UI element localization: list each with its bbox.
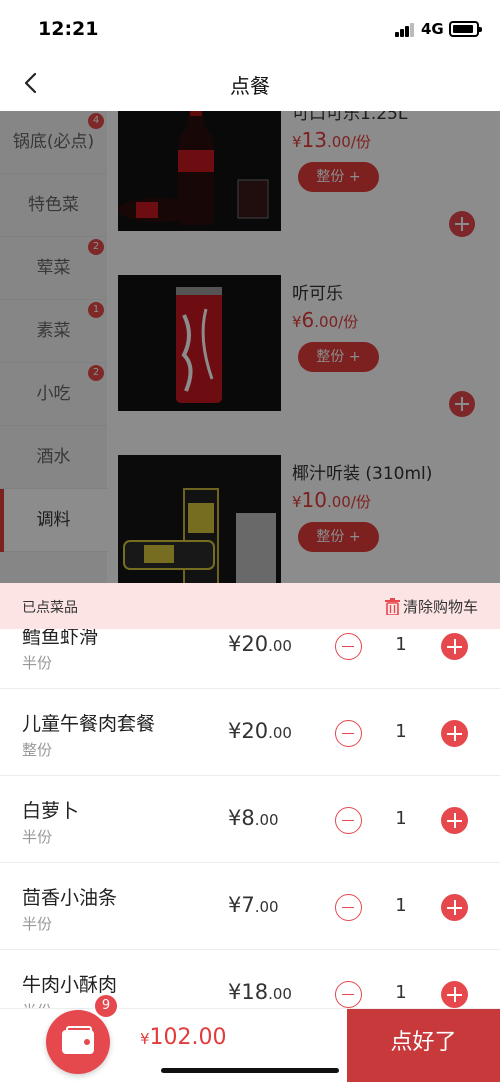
- network-label: 4G: [421, 20, 444, 38]
- cart-item-name: 白萝卜: [22, 800, 80, 822]
- cart-item-quantity: 1: [395, 721, 407, 742]
- increase-quantity-button[interactable]: [441, 894, 468, 921]
- status-time: 12:21: [38, 18, 99, 40]
- cart-item-name: 儿童午餐肉套餐: [22, 713, 156, 735]
- decrease-quantity-button[interactable]: [335, 633, 362, 660]
- cart-total: ¥102.00: [140, 1025, 227, 1050]
- increase-quantity-button[interactable]: [441, 720, 468, 747]
- trash-icon: [384, 598, 400, 615]
- cart-item-quantity: 1: [395, 808, 407, 829]
- increase-quantity-button[interactable]: [441, 633, 468, 660]
- checkout-bar: 9 ¥102.00 点好了: [0, 993, 500, 1082]
- home-indicator: [161, 1068, 339, 1073]
- submit-order-button[interactable]: 点好了: [347, 1009, 500, 1082]
- cart-item-price: ¥8.00: [228, 806, 279, 830]
- cart-item-portion: 整份: [22, 741, 53, 759]
- order-page: 12:21 4G 点餐 锅底(必点) 4 特色菜 荤菜 2 素菜 1 小吃 2 …: [0, 0, 500, 1082]
- cart-list: 鳕鱼虾滑 半份 ¥20.00 1 儿童午餐肉套餐 整份 ¥20.00 1 白萝卜…: [0, 629, 500, 1009]
- cart-item-quantity: 1: [395, 634, 407, 655]
- cart-item-portion: 半份: [22, 915, 53, 933]
- dim-overlay[interactable]: [0, 111, 500, 583]
- increase-quantity-button[interactable]: [441, 807, 468, 834]
- signal-icon: [395, 23, 415, 37]
- battery-icon: [449, 21, 482, 37]
- page-title: 点餐: [230, 74, 270, 98]
- cart-item: 牛肉小酥肉 半份 ¥18.00 1: [0, 950, 500, 1009]
- cart-item-name: 茴香小油条: [22, 887, 118, 909]
- increase-quantity-button[interactable]: [441, 981, 468, 1008]
- decrease-quantity-button[interactable]: [335, 720, 362, 747]
- decrease-quantity-button[interactable]: [335, 894, 362, 921]
- cart-item-quantity: 1: [395, 895, 407, 916]
- decrease-quantity-button[interactable]: [335, 981, 362, 1008]
- cart-item-quantity: 1: [395, 982, 407, 1003]
- cart-item-price: ¥7.00: [228, 893, 279, 917]
- clear-cart-button[interactable]: 清除购物车: [384, 596, 478, 617]
- cart-item-price: ¥20.00: [228, 632, 292, 656]
- clear-cart-label: 清除购物车: [402, 598, 478, 616]
- cart-count-badge: 9: [93, 993, 119, 1019]
- decrease-quantity-button[interactable]: [335, 807, 362, 834]
- cart-header-label: 已点菜品: [22, 600, 78, 616]
- cart-item-price: ¥20.00: [228, 719, 292, 743]
- back-arrow-icon[interactable]: [20, 71, 44, 95]
- wallet-cart-icon[interactable]: [46, 1010, 110, 1074]
- nav-bar: 点餐: [0, 58, 500, 111]
- cart-item: 白萝卜 半份 ¥8.00 1: [0, 776, 500, 863]
- status-bar: 12:21 4G: [0, 0, 500, 58]
- cart-item: 茴香小油条 半份 ¥7.00 1: [0, 863, 500, 950]
- cart-item-portion: 半份: [22, 828, 53, 846]
- cart-item: 儿童午餐肉套餐 整份 ¥20.00 1: [0, 689, 500, 776]
- cart-item: 鳕鱼虾滑 半份 ¥20.00 1: [0, 629, 500, 689]
- cart-header: 已点菜品 清除购物车: [0, 583, 500, 629]
- cart-item-name: 鳕鱼虾滑: [22, 629, 99, 648]
- cart-item-portion: 半份: [22, 654, 53, 672]
- cart-item-price: ¥18.00: [228, 980, 292, 1004]
